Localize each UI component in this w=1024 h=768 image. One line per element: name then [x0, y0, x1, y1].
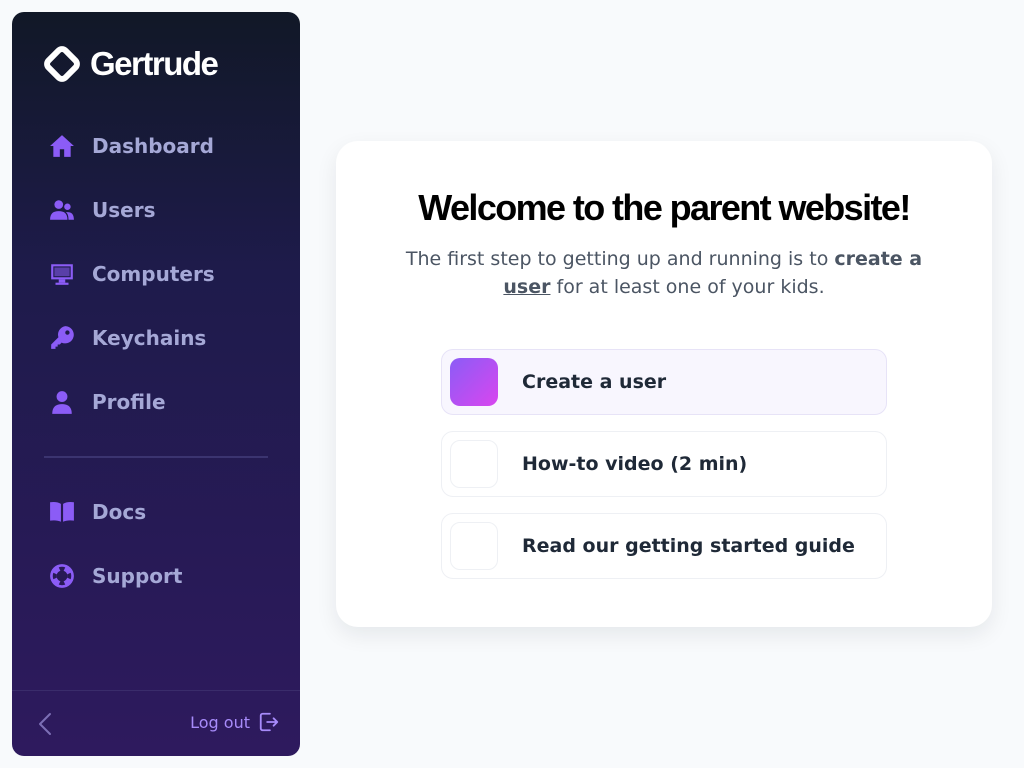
nav-label: Profile	[92, 390, 166, 414]
nav-divider	[44, 456, 268, 458]
welcome-card: Welcome to the parent website! The first…	[336, 141, 992, 627]
page-title: Welcome to the parent website!	[418, 187, 911, 228]
subtitle-emphasis: create a	[834, 248, 923, 270]
action-label: How-to video (2 min)	[522, 453, 748, 475]
nav-item-support[interactable]: Support	[48, 556, 288, 596]
nav-label: Support	[92, 564, 183, 588]
key-icon	[48, 324, 76, 352]
lifebuoy-icon	[48, 562, 76, 590]
nav-item-keychains[interactable]: Keychains	[48, 318, 288, 358]
brand-logo[interactable]: Gertrude	[42, 44, 219, 84]
nav-label: Docs	[92, 500, 147, 524]
home-icon	[48, 132, 76, 160]
nav-item-users[interactable]: Users	[48, 190, 288, 230]
nav-label: Keychains	[92, 326, 207, 350]
video-icon	[450, 440, 498, 488]
desktop-icon	[48, 260, 76, 288]
nav-label: Computers	[92, 262, 215, 286]
nav-item-dashboard[interactable]: Dashboard	[48, 126, 288, 166]
user-icon	[48, 388, 76, 416]
nav-label: Users	[92, 198, 156, 222]
brand-name: Gertrude	[90, 45, 219, 82]
nav-item-profile[interactable]: Profile	[48, 382, 288, 422]
subtitle-text: The first step to getting up and running…	[405, 248, 829, 270]
nav-label: Dashboard	[92, 134, 214, 158]
subtitle-text-end: for at least one of your kids.	[556, 276, 825, 298]
action-label: Create a user	[522, 371, 667, 393]
book-icon	[48, 498, 76, 526]
sidebar-footer: Log out	[12, 690, 300, 756]
nav-item-computers[interactable]: Computers	[48, 254, 288, 294]
collapse-sidebar-button[interactable]	[34, 711, 56, 737]
users-icon	[48, 196, 76, 224]
welcome-subtitle: The first step to getting up and running…	[396, 245, 932, 301]
logout-icon	[259, 712, 279, 732]
logo-icon	[44, 46, 80, 82]
action-label: Read our getting started guide	[522, 535, 855, 557]
howto-video-button[interactable]: How-to video (2 min)	[441, 431, 887, 497]
getting-started-guide-button[interactable]: Read our getting started guide	[441, 513, 887, 579]
gradient-square-icon	[450, 358, 498, 406]
create-user-link[interactable]: user	[503, 276, 550, 298]
create-user-button[interactable]: Create a user	[441, 349, 887, 415]
sidebar: Gertrude Dashboard Users Computers Keych…	[12, 12, 300, 756]
guide-icon	[450, 522, 498, 570]
nav-item-docs[interactable]: Docs	[48, 492, 288, 532]
logout-button[interactable]: Log out	[190, 711, 280, 733]
logout-label: Log out	[190, 712, 250, 732]
chevron-left-icon	[39, 713, 51, 735]
